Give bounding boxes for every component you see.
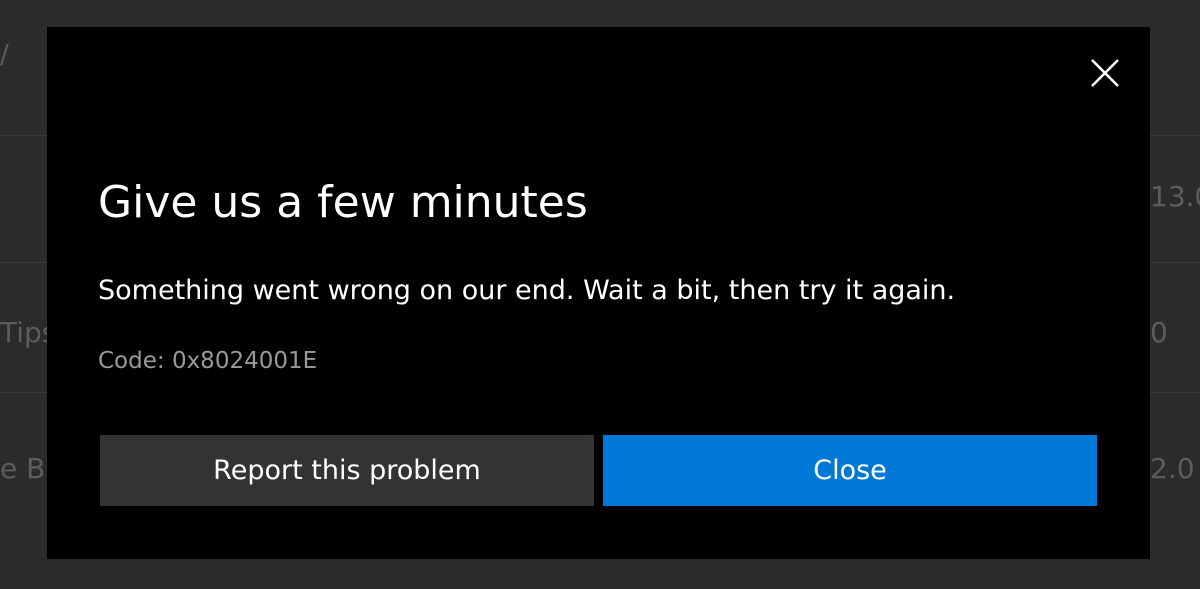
dialog-title: Give us a few minutes [98,177,588,228]
close-button[interactable]: Close [603,435,1097,506]
error-dialog: Give us a few minutes Something went wro… [47,27,1150,559]
background-row-value: 2.0 [1150,452,1195,485]
background-row-value: 13.0 [1150,180,1200,213]
close-icon[interactable] [1087,55,1123,91]
close-icon-glyph [1091,59,1119,87]
background-corner-glyph: / [0,40,9,70]
report-problem-button[interactable]: Report this problem [100,435,594,506]
background-row-value: 0 [1150,316,1168,349]
error-message: Something went wrong on our end. Wait a … [98,275,956,306]
error-code: Code: 0x8024001E [98,348,318,374]
